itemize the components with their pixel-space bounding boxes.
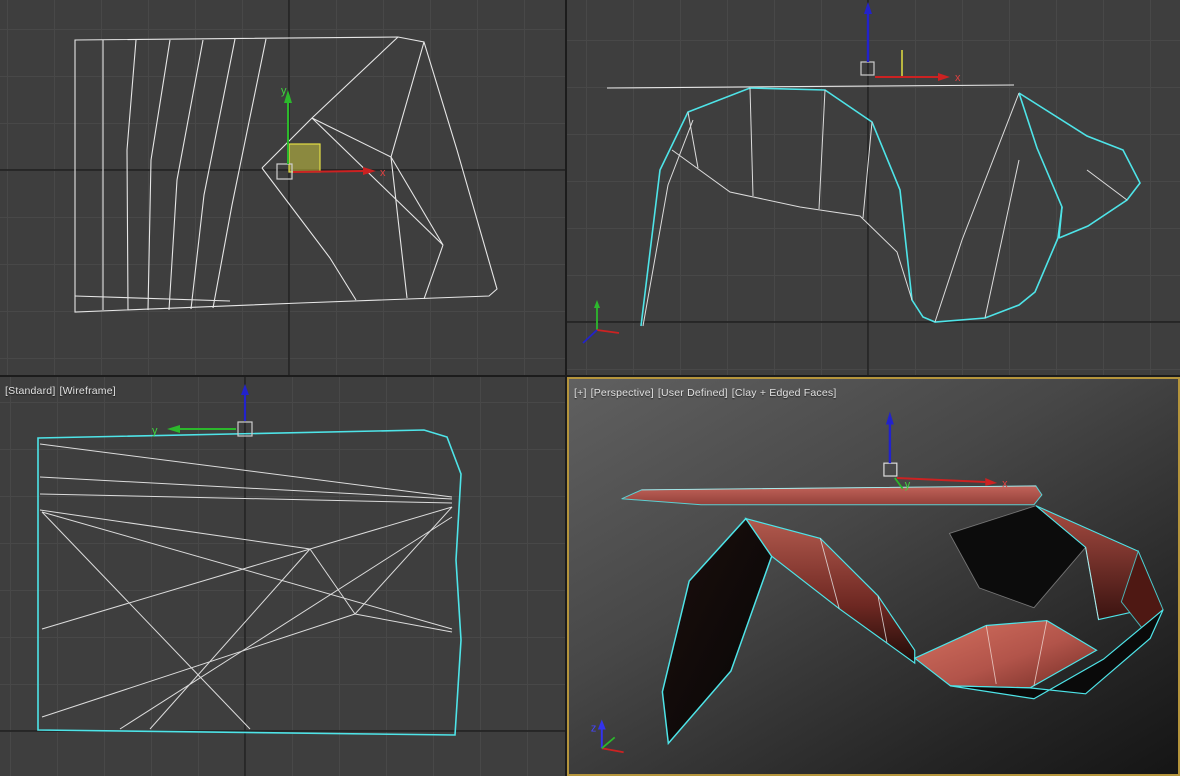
model-clay-perspective[interactable]: [621, 485, 1164, 746]
transform-gizmo[interactable]: x y: [883, 411, 1008, 491]
model-wireframe-left[interactable]: [37, 429, 462, 736]
y-axis-label: y: [281, 85, 287, 97]
viewport-label: [+] [Perspective] [User Defined] [Clay + Ed…: [574, 387, 840, 399]
viewport-top-right[interactable]: x: [567, 0, 1180, 375]
viewport-pov-menu[interactable]: [Perspective]: [591, 387, 654, 399]
y-axis-label: y: [905, 479, 911, 491]
perspective-canvas: x y z: [591, 411, 1164, 754]
x-axis-label: x: [955, 72, 961, 84]
gizmo-origin-square[interactable]: [883, 462, 898, 477]
x-axis-label: x: [1002, 478, 1008, 490]
model-left-leg[interactable]: [661, 517, 773, 746]
z-axis-arrowhead: [885, 411, 894, 425]
viewport-camera-menu[interactable]: [User Defined]: [658, 387, 728, 399]
viewport-pov-menu[interactable]: [Standard]: [5, 385, 55, 397]
model-top-plane[interactable]: [621, 485, 1043, 506]
y-axis-arrowhead: [167, 425, 180, 433]
viewport-label: [Standard] [Wireframe]: [5, 385, 120, 397]
gizmo-plane-handle[interactable]: [288, 143, 321, 173]
x-axis-arrowhead: [938, 73, 950, 81]
viewport-grid: y x x [Standard] [Wireframe] y [+] [Pers…: [0, 0, 1180, 776]
grid-axes: [567, 0, 1180, 375]
model-wireframe-front[interactable]: [606, 84, 1141, 327]
z-axis-label: z: [591, 722, 596, 734]
viewport-general-menu[interactable]: [+]: [574, 387, 587, 399]
grid-axes: [0, 0, 565, 375]
viewport-bottom-left[interactable]: [Standard] [Wireframe] y: [0, 377, 565, 776]
viewport-shading-menu[interactable]: [Clay + Edged Faces]: [732, 387, 837, 399]
transform-gizmo[interactable]: x: [860, 2, 961, 84]
world-axis-tripod: z: [591, 719, 624, 754]
model-wireframe-top[interactable]: [74, 36, 498, 313]
viewport-perspective[interactable]: [+] [Perspective] [User Defined] [Clay + Ed…: [567, 377, 1180, 776]
model-basin[interactable]: [913, 619, 1098, 689]
viewport-shading-menu[interactable]: [Wireframe]: [59, 385, 115, 397]
model-mid-surface[interactable]: [744, 517, 916, 665]
transform-gizmo[interactable]: y: [152, 384, 253, 437]
x-axis-arrow[interactable]: [292, 170, 364, 173]
top-right-canvas: x: [567, 0, 1180, 375]
z-axis-arrowhead: [864, 2, 872, 14]
x-axis-arrowhead: [985, 477, 998, 486]
x-axis-label: x: [380, 167, 386, 179]
viewport-top-left[interactable]: y x: [0, 0, 565, 375]
bottom-left-canvas: y: [0, 377, 565, 776]
top-left-canvas: y x: [0, 0, 565, 375]
z-axis-arrowhead: [241, 384, 249, 395]
y-axis-label: y: [152, 425, 158, 437]
